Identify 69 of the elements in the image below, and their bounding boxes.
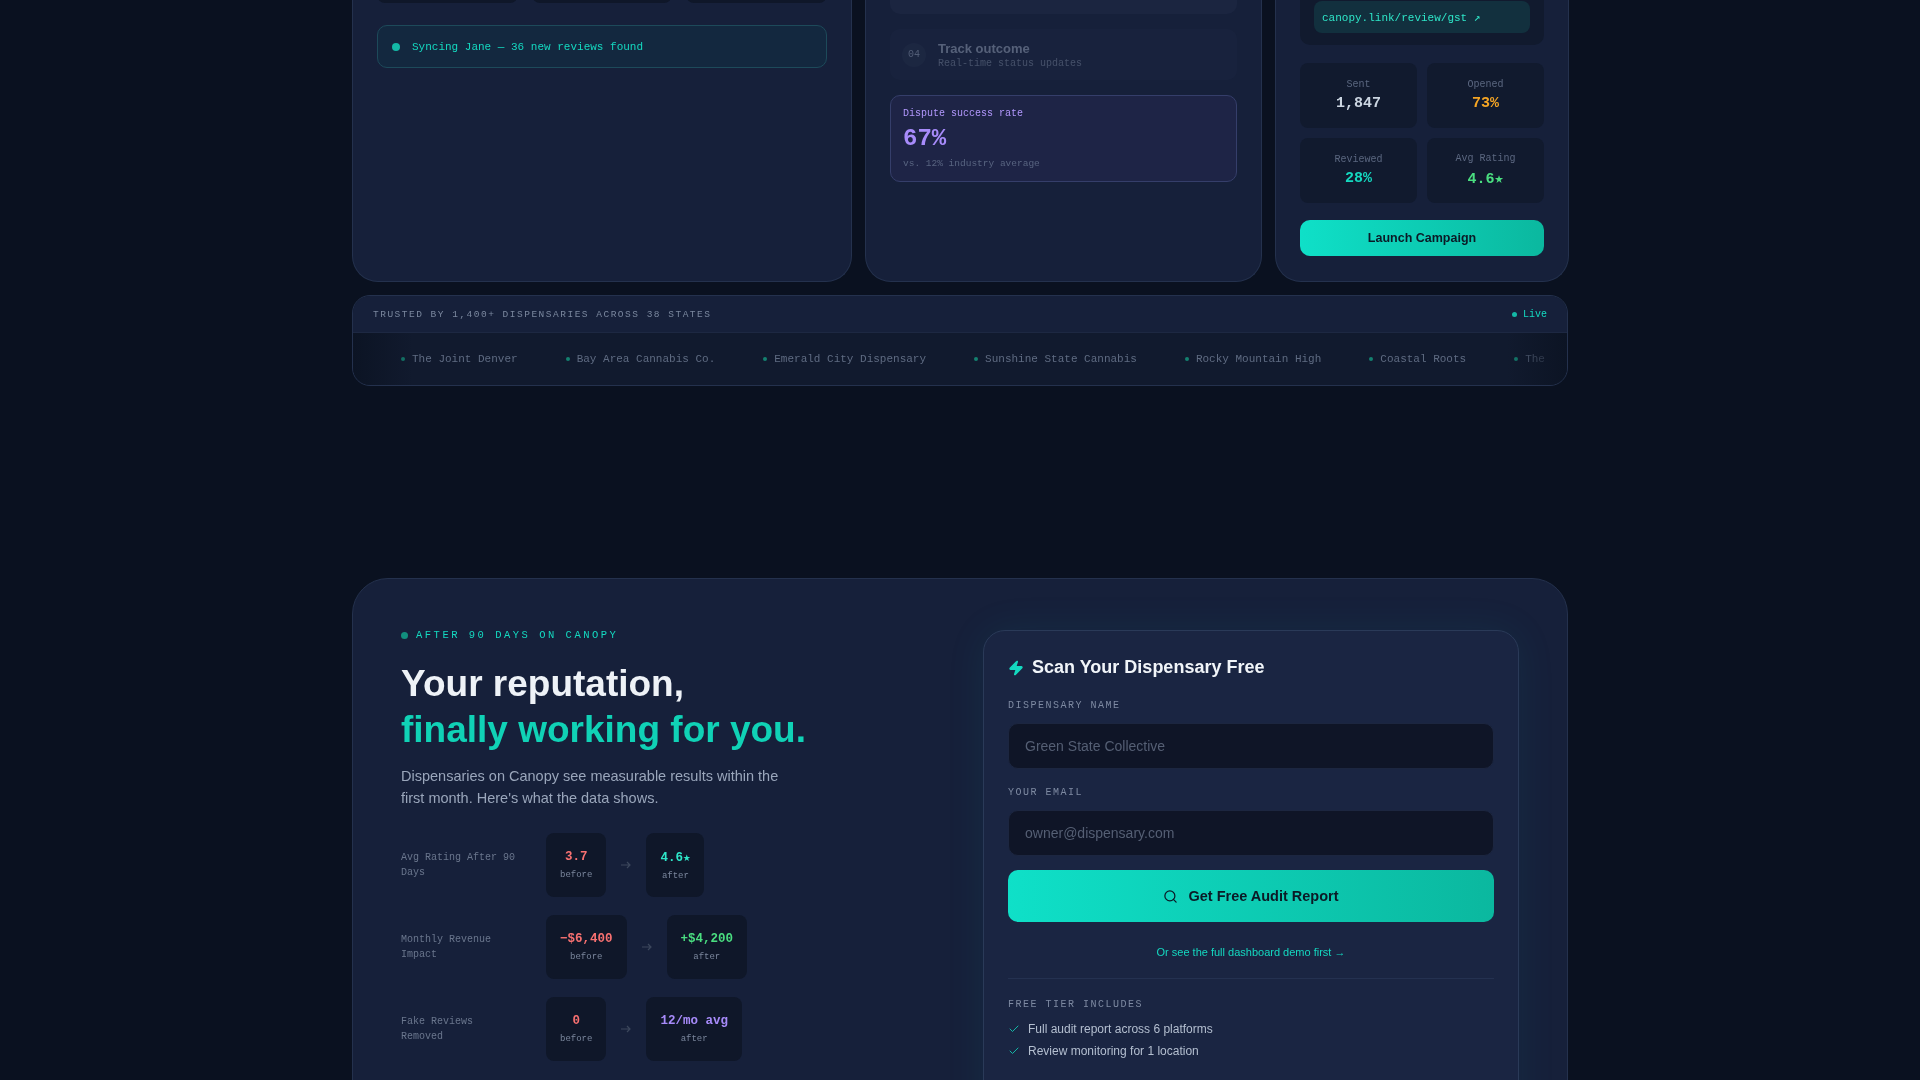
review-link[interactable]: canopy.link/review/gst ↗ [1314, 1, 1530, 33]
section-tag: AFTER 90 DAYS ON CANOPY [416, 629, 619, 641]
after-value: 12/mo avg [660, 1014, 728, 1028]
after-caption: after [693, 952, 721, 962]
after-caption: after [680, 1034, 708, 1044]
heading: Your reputation, [401, 662, 685, 706]
after-caption: after [661, 871, 689, 881]
bullet-icon [1369, 357, 1374, 361]
stat-label: Opened [1467, 79, 1504, 90]
before-value: −$6,400 [560, 932, 613, 946]
input-field[interactable]: owner@dispensary.com [1008, 810, 1494, 856]
dispensary-name: Emerald City Dispensary [774, 353, 927, 365]
bullet-icon [1514, 357, 1519, 361]
live-label: Live [1523, 308, 1547, 320]
metric-label: Monthly Revenue Impact [401, 933, 492, 962]
includes-heading: FREE TIER INCLUDES [1008, 999, 1145, 1010]
included-feature: Full audit report across 6 platforms [1028, 1022, 1213, 1036]
trusted-heading: TRUSTED BY 1,400+ DISPENSARIES ACROSS 38 STATES [373, 308, 712, 320]
before-value: 3.7 [564, 850, 588, 864]
check-icon [1008, 1023, 1020, 1035]
stat-value: 73% [1472, 95, 1499, 112]
bullet-icon [565, 357, 570, 361]
dispensary-name: Bay Area Cannabis Co. [576, 353, 716, 365]
dispensary-name: The Joint Denver [412, 353, 518, 365]
intro-paragraph: Dispensaries on Canopy see measurable results within the first month. Here's what the data shows. [401, 767, 780, 808]
dispensary-name: Coastal Roots [1380, 353, 1467, 365]
stat-value: 4.6★ [1467, 170, 1504, 188]
bullet-icon [1184, 357, 1189, 361]
tag-dot-icon [401, 631, 408, 639]
before-caption: before [560, 1034, 593, 1044]
before-value: 0 [572, 1014, 580, 1028]
demo-link[interactable]: Or see the full dashboard demo first → [1156, 946, 1346, 958]
lightning-icon [1008, 659, 1024, 676]
field-label: DISPENSARY NAME [1008, 700, 1122, 711]
audit-report-button[interactable]: Get Free Audit Report [1008, 870, 1494, 922]
step-title: Track outcome [938, 40, 1031, 56]
arrow-icon [640, 942, 653, 952]
bullet-icon [763, 357, 768, 361]
stat-label: Reviewed [1334, 154, 1383, 165]
check-icon [1008, 1045, 1020, 1057]
launch-campaign-button[interactable]: Launch Campaign [1300, 220, 1544, 256]
heading-accent: finally working for you. [401, 708, 807, 752]
stat-value: 1,847 [1336, 95, 1381, 112]
live-dot-icon [1512, 311, 1517, 317]
search-icon [1163, 888, 1179, 904]
bullet-icon [974, 357, 979, 361]
stat-value: 28% [1345, 170, 1372, 187]
before-caption: before [560, 870, 593, 880]
bullet-icon [401, 357, 405, 361]
dispensary-name: Rocky Mountain High [1195, 353, 1322, 365]
stat-label: Sent [1346, 79, 1371, 90]
dispensary-name: Sunshine State Cannabis [985, 353, 1137, 365]
stat-label: Avg Rating [1455, 153, 1516, 164]
after-value: 4.6★ [660, 850, 691, 865]
arrow-icon [620, 1024, 633, 1034]
success-rate-label: Dispute success rate [903, 108, 1025, 119]
input-field[interactable]: Green State Collective [1008, 723, 1494, 769]
status-dot-icon [392, 42, 400, 51]
form-title: Scan Your Dispensary Free [1032, 657, 1265, 678]
arrow-icon [620, 860, 633, 870]
before-caption: before [570, 952, 603, 962]
after-value: +$4,200 [680, 932, 734, 946]
success-rate-value: 67% [903, 125, 948, 152]
included-feature: Review monitoring for 1 location [1028, 1044, 1199, 1058]
field-label: YOUR EMAIL [1008, 787, 1084, 798]
success-rate-note: vs. 12% industry average [903, 158, 1041, 169]
sync-status-text: Syncing Jane — 36 new reviews found [412, 40, 644, 53]
metric-label: Avg Rating After 90 Days [401, 851, 517, 880]
metric-label: Fake Reviews Removed [401, 1015, 474, 1044]
